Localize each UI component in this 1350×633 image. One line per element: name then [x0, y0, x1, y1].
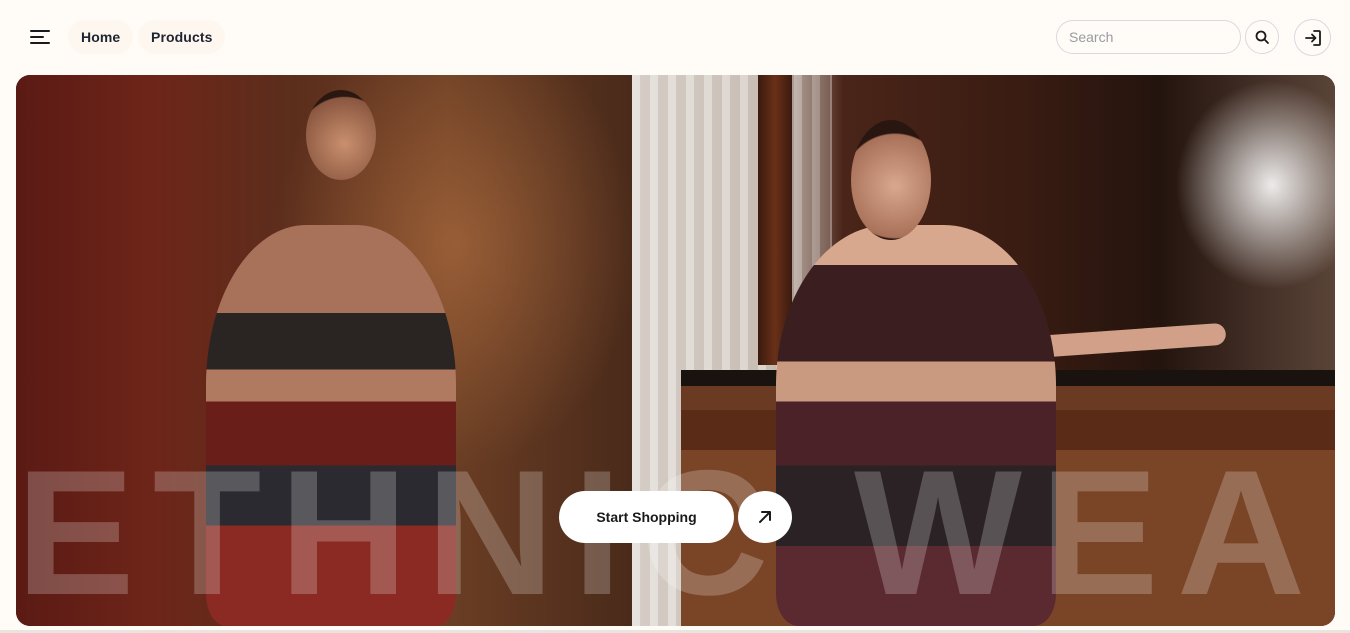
hamburger-menu-icon — [30, 30, 50, 44]
arrow-up-right-icon — [759, 511, 771, 523]
hero-model-right-head — [851, 120, 931, 240]
menu-button[interactable] — [22, 20, 58, 54]
top-navigation-bar: Home Products — [0, 0, 1350, 75]
search-button[interactable] — [1245, 20, 1279, 54]
start-shopping-arrow-button[interactable] — [738, 491, 792, 543]
login-arrow-icon — [1304, 29, 1321, 46]
search-icon — [1255, 30, 1269, 44]
hero-banner: ETHNIC WEAR — [16, 75, 1335, 626]
nav-link-home[interactable]: Home — [68, 20, 134, 54]
nav-link-products[interactable]: Products — [138, 20, 226, 54]
hero-model-left-head — [306, 90, 376, 180]
start-shopping-button[interactable]: Start Shopping — [559, 491, 734, 543]
search-input[interactable] — [1056, 20, 1241, 54]
login-button[interactable] — [1294, 19, 1331, 56]
